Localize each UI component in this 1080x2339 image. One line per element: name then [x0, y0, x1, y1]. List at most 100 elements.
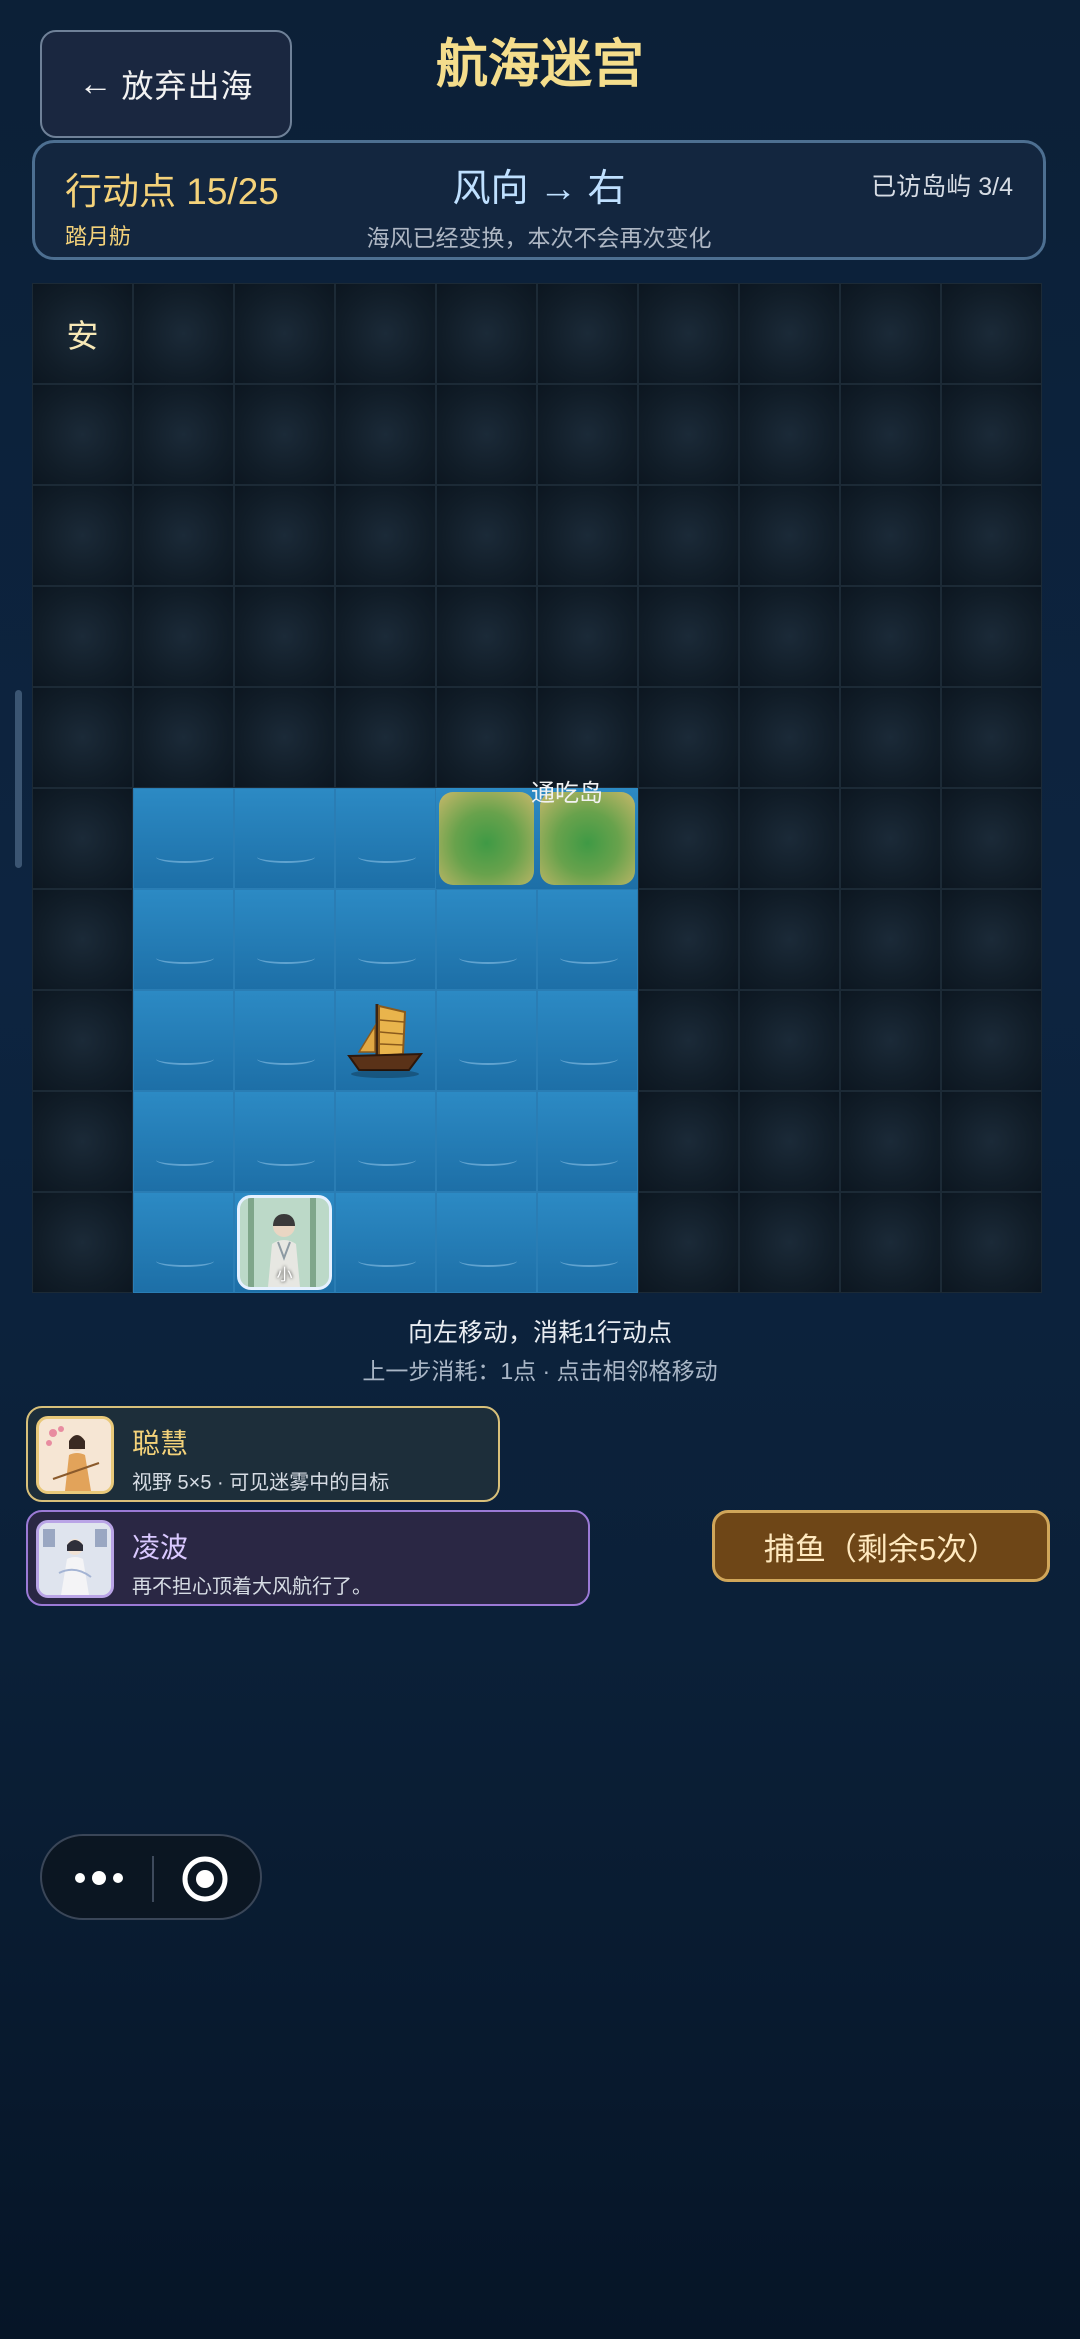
fog-cell[interactable]: [234, 384, 335, 485]
fog-cell[interactable]: [638, 485, 739, 586]
fog-cell[interactable]: [32, 586, 133, 687]
fog-cell[interactable]: [537, 586, 638, 687]
fog-cell[interactable]: [638, 1091, 739, 1192]
fog-cell[interactable]: [840, 889, 941, 990]
fog-cell[interactable]: [941, 1192, 1042, 1293]
fog-cell[interactable]: [638, 1192, 739, 1293]
character-token[interactable]: 小: [237, 1195, 332, 1290]
fog-cell[interactable]: [133, 586, 234, 687]
water-cell[interactable]: [436, 1091, 537, 1192]
fog-cell[interactable]: [32, 1192, 133, 1293]
scroll-indicator[interactable]: [15, 690, 22, 868]
fog-cell[interactable]: [941, 788, 1042, 889]
fog-cell[interactable]: [436, 586, 537, 687]
fog-cell[interactable]: [941, 1091, 1042, 1192]
fog-cell[interactable]: [739, 687, 840, 788]
fog-cell[interactable]: [335, 687, 436, 788]
fog-cell[interactable]: [739, 788, 840, 889]
water-cell[interactable]: [335, 1192, 436, 1293]
fog-cell[interactable]: [335, 384, 436, 485]
water-cell[interactable]: [234, 990, 335, 1091]
fog-cell[interactable]: [335, 586, 436, 687]
fog-cell[interactable]: [638, 283, 739, 384]
fog-cell[interactable]: [32, 485, 133, 586]
fog-cell[interactable]: [133, 283, 234, 384]
fog-cell[interactable]: [537, 384, 638, 485]
fog-cell[interactable]: [638, 990, 739, 1091]
fog-cell[interactable]: [638, 889, 739, 990]
water-cell[interactable]: [335, 788, 436, 889]
water-cell[interactable]: [335, 1091, 436, 1192]
water-cell[interactable]: [133, 1192, 234, 1293]
fog-cell[interactable]: [941, 990, 1042, 1091]
fog-cell[interactable]: [840, 990, 941, 1091]
fog-cell[interactable]: [32, 687, 133, 788]
fog-cell[interactable]: [941, 384, 1042, 485]
fog-cell[interactable]: [840, 1091, 941, 1192]
water-cell[interactable]: [133, 990, 234, 1091]
fog-cell[interactable]: [840, 1192, 941, 1293]
fog-cell[interactable]: [840, 586, 941, 687]
fog-cell[interactable]: [840, 485, 941, 586]
fog-cell[interactable]: [436, 485, 537, 586]
fog-cell[interactable]: [537, 485, 638, 586]
water-cell[interactable]: [436, 1192, 537, 1293]
fog-cell[interactable]: [840, 687, 941, 788]
fog-cell[interactable]: [32, 384, 133, 485]
fog-cell[interactable]: [638, 788, 739, 889]
fog-cell[interactable]: [234, 586, 335, 687]
fog-cell[interactable]: [739, 586, 840, 687]
water-cell[interactable]: [234, 788, 335, 889]
fog-cell[interactable]: [234, 485, 335, 586]
fog-cell[interactable]: [739, 990, 840, 1091]
water-cell[interactable]: [234, 889, 335, 990]
fog-cell[interactable]: [739, 1091, 840, 1192]
fog-cell[interactable]: [739, 889, 840, 990]
water-cell[interactable]: [537, 1192, 638, 1293]
fog-cell[interactable]: [941, 889, 1042, 990]
fog-cell[interactable]: [840, 384, 941, 485]
skill-card-lingbo[interactable]: 凌波 再不担心顶着大风航行了。: [26, 1510, 590, 1606]
fog-cell[interactable]: [739, 283, 840, 384]
fog-cell[interactable]: [638, 586, 739, 687]
fog-cell[interactable]: [234, 687, 335, 788]
water-cell[interactable]: [436, 990, 537, 1091]
fog-cell[interactable]: [739, 1192, 840, 1293]
fog-cell[interactable]: [840, 283, 941, 384]
fog-cell[interactable]: [32, 990, 133, 1091]
fog-cell[interactable]: [32, 889, 133, 990]
fog-cell[interactable]: [32, 788, 133, 889]
fog-cell[interactable]: [941, 586, 1042, 687]
water-cell[interactable]: [537, 889, 638, 990]
fog-cell[interactable]: [537, 283, 638, 384]
fog-cell[interactable]: [941, 485, 1042, 586]
fog-cell[interactable]: [638, 384, 739, 485]
fog-cell[interactable]: [840, 788, 941, 889]
water-cell[interactable]: [133, 889, 234, 990]
water-cell[interactable]: [335, 889, 436, 990]
fog-cell[interactable]: [32, 1091, 133, 1192]
water-cell[interactable]: [537, 990, 638, 1091]
water-cell[interactable]: [436, 889, 537, 990]
more-options-icon[interactable]: [72, 1860, 126, 1896]
fog-cell[interactable]: [739, 384, 840, 485]
water-cell[interactable]: [234, 1091, 335, 1192]
fog-cell[interactable]: [133, 384, 234, 485]
fog-cell[interactable]: [638, 687, 739, 788]
fog-cell[interactable]: [436, 283, 537, 384]
fog-cell[interactable]: [739, 485, 840, 586]
water-cell[interactable]: [133, 1091, 234, 1192]
fog-cell[interactable]: [133, 485, 234, 586]
fog-cell[interactable]: [133, 687, 234, 788]
fog-cell[interactable]: [436, 384, 537, 485]
close-mini-program-icon[interactable]: [180, 1854, 230, 1904]
fog-cell[interactable]: [941, 687, 1042, 788]
water-cell[interactable]: [133, 788, 234, 889]
skill-card-cleverness[interactable]: 聪慧 视野 5×5 · 可见迷雾中的目标: [26, 1406, 500, 1502]
fog-cell[interactable]: [234, 283, 335, 384]
fog-cell[interactable]: [941, 283, 1042, 384]
fog-cell[interactable]: [335, 283, 436, 384]
water-cell[interactable]: [537, 1091, 638, 1192]
fish-button[interactable]: 捕鱼（剩余5次）: [712, 1510, 1050, 1582]
fog-cell[interactable]: [335, 485, 436, 586]
